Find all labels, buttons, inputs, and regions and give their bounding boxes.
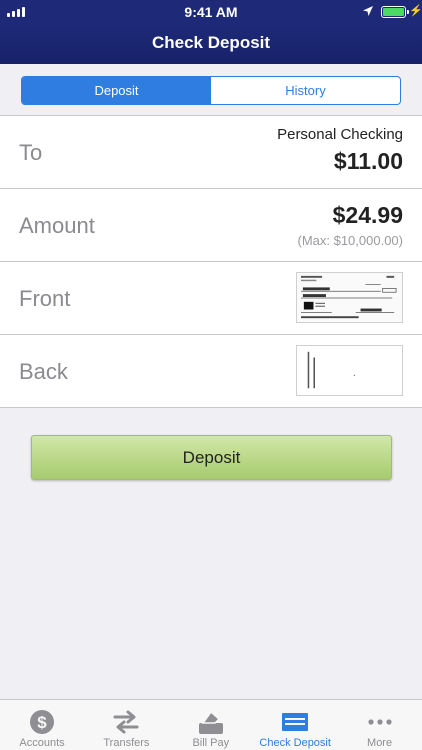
amount-label: Amount (19, 213, 95, 238)
tab-label: Transfers (103, 737, 150, 749)
tab-history[interactable]: History (211, 77, 400, 104)
to-account-row[interactable]: To Personal Checking $11.00 (0, 116, 422, 189)
deposit-form: To Personal Checking $11.00 Amount $24.9… (0, 116, 422, 408)
transfer-arrows-icon (113, 710, 139, 734)
front-image-row[interactable]: Front (0, 262, 422, 335)
page-title: Check Deposit (151, 33, 271, 52)
tab-transfers[interactable]: Transfers (84, 700, 168, 750)
front-label: Front (19, 286, 71, 311)
svg-text:$: $ (37, 713, 47, 732)
tab-label: Accounts (19, 737, 65, 749)
status-time: 9:41 AM (184, 4, 238, 20)
amount-row[interactable]: Amount $24.99 (Max: $10,000.00) (0, 189, 422, 262)
bill-pay-icon (198, 710, 223, 734)
to-label: To (19, 140, 43, 165)
location-arrow-icon (363, 6, 373, 16)
check-back-thumbnail[interactable] (296, 345, 403, 396)
back-label: Back (19, 359, 68, 384)
battery-icon (381, 6, 409, 18)
status-bar: 9:41 AM ⚡ (0, 0, 422, 24)
tab-more[interactable]: More (338, 700, 422, 750)
tab-label: Bill Pay (192, 737, 230, 749)
to-account-balance: $11.00 (333, 148, 403, 174)
tab-accounts[interactable]: $ Accounts (0, 700, 84, 750)
dollar-coin-icon: $ (30, 710, 54, 734)
amount-max: (Max: $10,000.00) (297, 233, 403, 248)
tab-bill-pay[interactable]: Bill Pay (169, 700, 253, 750)
check-deposit-icon (282, 713, 309, 731)
navigation-bar: Check Deposit (0, 24, 422, 64)
charging-bolt-icon: ⚡ (409, 5, 422, 17)
deposit-button[interactable]: Deposit (31, 435, 392, 480)
amount-value: $24.99 (332, 202, 403, 228)
tab-check-deposit[interactable]: Check Deposit (253, 700, 337, 750)
tab-label: Check Deposit (259, 737, 331, 749)
tab-deposit[interactable]: Deposit (22, 77, 211, 104)
tab-label: More (367, 737, 393, 749)
tab-bar: $ Accounts Transfers Bill Pay Check Depo… (0, 699, 422, 750)
back-image-row[interactable]: Back (0, 335, 422, 408)
segment-container: Deposit History (0, 64, 422, 116)
to-account-name: Personal Checking (277, 126, 403, 143)
segmented-control: Deposit History (21, 76, 401, 105)
check-front-thumbnail[interactable] (296, 272, 403, 323)
more-dots-icon (367, 719, 392, 725)
